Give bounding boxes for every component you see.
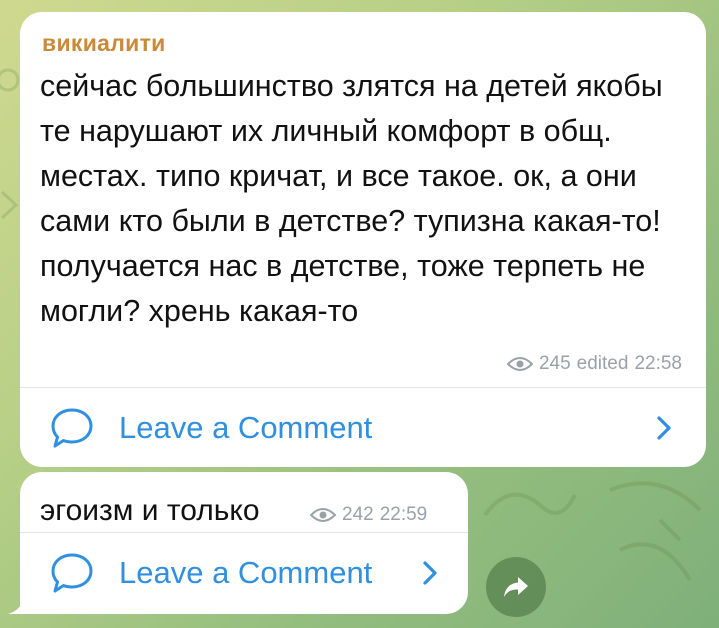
background-doodle-icon — [483, 492, 577, 517]
sender-name[interactable]: викиалити — [42, 30, 166, 57]
share-button[interactable] — [486, 557, 546, 617]
chevron-right-icon — [657, 415, 671, 440]
leave-comment-button[interactable]: Leave a Comment — [20, 388, 706, 467]
message-meta: 245 edited 22:58 — [506, 353, 682, 375]
chevron-right-icon — [423, 561, 437, 585]
eye-icon — [506, 357, 533, 371]
view-count: 242 — [342, 504, 374, 525]
message-time: 22:59 — [379, 504, 428, 525]
message-text: сейчас большинство злятся на детей якобы… — [40, 69, 663, 328]
background-doodle-icon — [609, 481, 702, 582]
leave-comment-button[interactable]: Leave a Comment — [20, 533, 468, 613]
comment-bubble-icon — [51, 553, 93, 593]
message-bubble: эгоизм и только 242 22:59 Leave a Commen… — [20, 472, 468, 614]
eye-icon — [310, 508, 336, 522]
message-text: эгоизм и только — [40, 494, 260, 527]
background-doodle-icon — [0, 190, 19, 220]
leave-comment-label: Leave a Comment — [119, 409, 373, 445]
share-arrow-icon — [504, 577, 528, 597]
message-meta: 242 22:59 — [310, 504, 427, 526]
message-time: 22:58 — [634, 353, 682, 374]
edited-label: edited — [576, 353, 629, 374]
comment-bubble-icon — [51, 408, 93, 447]
view-count: 245 — [538, 353, 571, 374]
message-bubble: викиалити сейчас большинство злятся на д… — [20, 12, 706, 467]
leave-comment-label: Leave a Comment — [119, 555, 373, 590]
